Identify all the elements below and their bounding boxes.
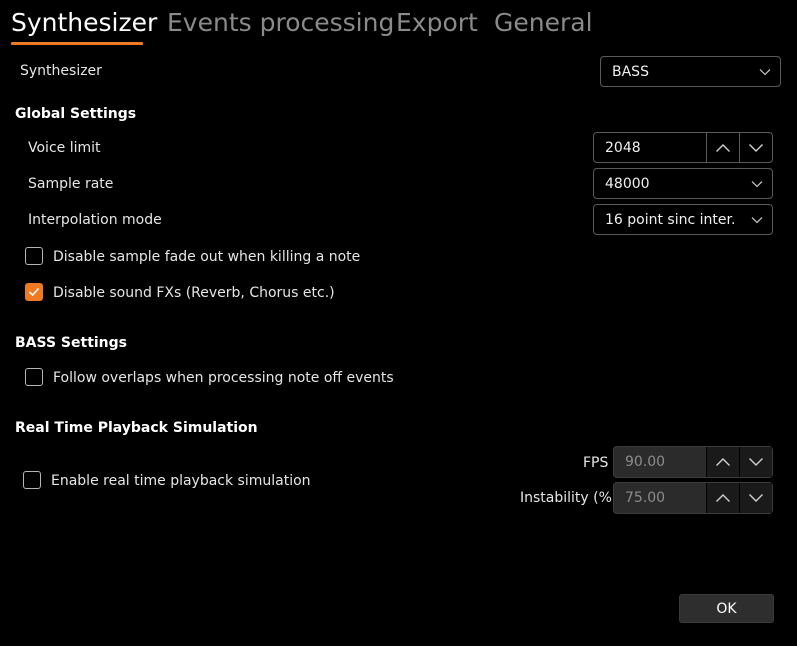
fps-value: 90.00 [625,454,666,470]
overlaps-checkbox[interactable] [25,368,43,386]
fps-decrement-button[interactable] [739,447,772,477]
interpolation-mode-label: Interpolation mode [28,212,162,228]
tab-export[interactable]: Export [396,6,478,40]
chevron-down-icon [749,458,763,466]
sound-fx-label: Disable sound FXs (Reverb, Chorus etc.) [53,285,335,301]
fade-out-checkbox[interactable] [25,247,43,265]
sample-rate-label: Sample rate [28,176,114,192]
overlaps-label: Follow overlaps when processing note off… [53,370,394,386]
chevron-down-icon [742,216,772,224]
chevron-down-icon [749,143,763,152]
global-settings-heading: Global Settings [15,106,137,122]
interpolation-mode-value: 16 point sinc inter. [605,211,736,228]
interpolation-mode-select[interactable]: 16 point sinc inter. [593,204,773,235]
checkmark-icon [28,287,40,297]
realtime-enable-checkbox[interactable] [23,471,41,489]
chevron-down-icon [742,180,772,188]
voice-limit-increment-button[interactable] [706,133,739,162]
instability-increment-button[interactable] [706,483,739,513]
fps-label: FPS [583,455,609,471]
instability-label: Instability (%) [520,490,618,506]
tab-synthesizer[interactable]: Synthesizer [11,6,157,40]
instability-value: 75.00 [625,490,666,506]
tab-general[interactable]: General [494,6,593,40]
chevron-down-icon [749,494,763,502]
ok-button[interactable]: OK [679,594,774,623]
chevron-up-icon [716,458,730,466]
synthesizer-select[interactable]: BASS [600,56,781,87]
chevron-up-icon [716,143,730,152]
fade-out-label: Disable sample fade out when killing a n… [53,249,361,265]
voice-limit-label: Voice limit [28,140,101,156]
realtime-enable-label: Enable real time playback simulation [51,473,311,489]
voice-limit-decrement-button[interactable] [739,133,772,162]
tab-events-processing[interactable]: Events processing [167,6,394,40]
voice-limit-spinbox[interactable]: 2048 [593,132,773,163]
chevron-up-icon [716,494,730,502]
fps-spinbox[interactable]: 90.00 [613,446,773,478]
instability-spinbox[interactable]: 75.00 [613,482,773,514]
bass-settings-heading: BASS Settings [15,335,127,351]
chevron-down-icon [750,68,780,76]
sample-rate-value: 48000 [605,175,650,192]
sound-fx-checkbox[interactable] [25,283,43,301]
active-tab-indicator [11,42,143,45]
synthesizer-label: Synthesizer [20,63,102,79]
instability-decrement-button[interactable] [739,483,772,513]
realtime-heading: Real Time Playback Simulation [15,420,258,436]
sample-rate-select[interactable]: 48000 [593,168,773,199]
fps-increment-button[interactable] [706,447,739,477]
voice-limit-value: 2048 [605,139,641,156]
synthesizer-select-value: BASS [612,63,649,80]
